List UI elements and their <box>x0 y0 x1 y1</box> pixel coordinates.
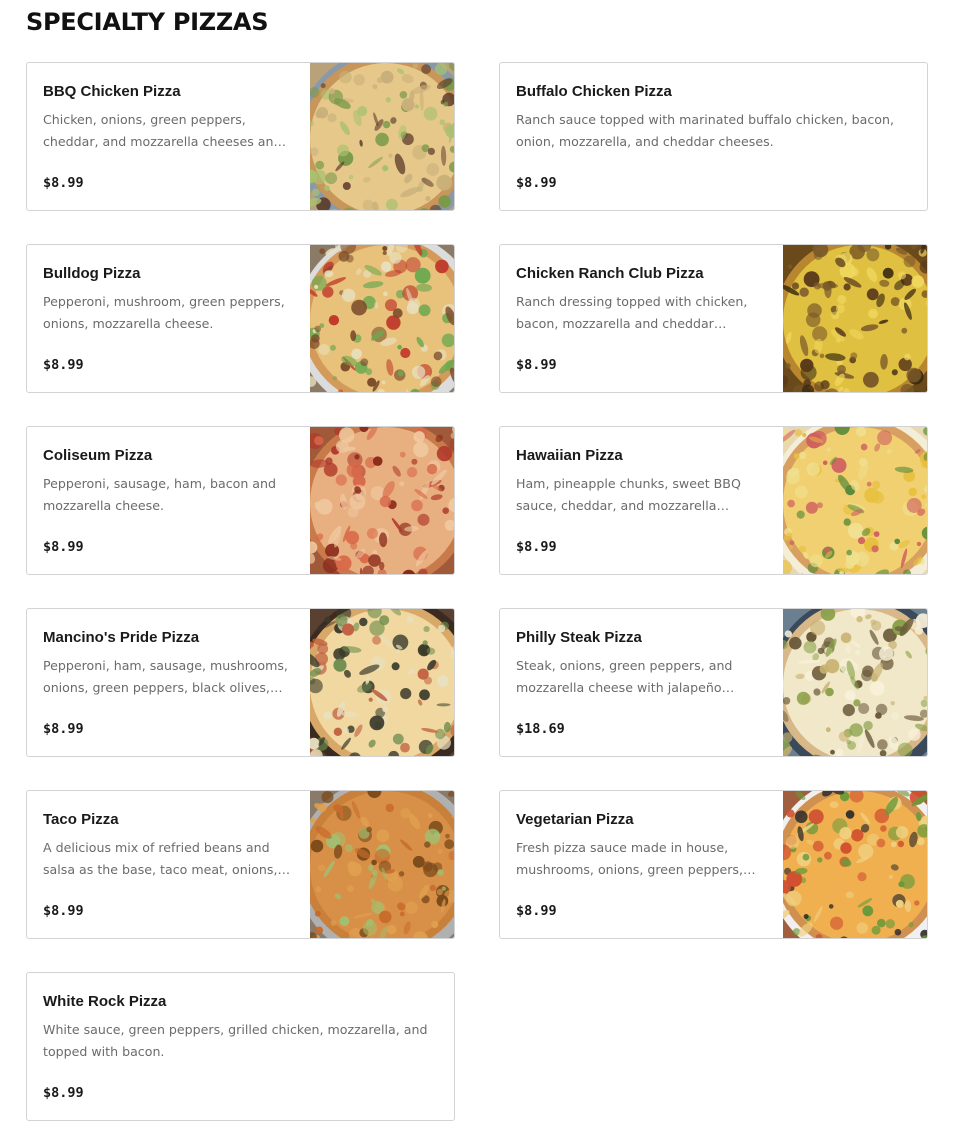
menu-item-description: Ranch dressing topped with chicken, baco… <box>516 294 748 331</box>
menu-item-description: Pepperoni, ham, sausage, mushrooms, onio… <box>43 658 288 695</box>
coliseum-pizza-photo <box>310 427 454 574</box>
menu-item-card[interactable]: Coliseum Pizza Pepperoni, sausage, ham, b… <box>26 426 455 575</box>
menu-item-price: $8.99 <box>43 539 84 555</box>
menu-item-description: White sauce, green peppers, grilled chic… <box>43 1022 428 1059</box>
menu-item-price: $8.99 <box>516 903 557 919</box>
menu-item-card[interactable]: Philly Steak Pizza Steak, onions, green p… <box>499 608 928 757</box>
menu-item-details: Hawaiian Pizza Ham, pineapple chunks, swe… <box>500 427 783 574</box>
menu-item-price: $8.99 <box>43 903 84 919</box>
menu-items-grid: BBQ Chicken Pizza Chicken, onions, green … <box>26 62 928 1121</box>
menu-item-description: A delicious mix of refried beans and sal… <box>43 840 278 877</box>
menu-item-details: Vegetarian Pizza Fresh pizza sauce made i… <box>500 791 783 938</box>
bulldog-pizza-photo <box>310 245 454 392</box>
menu-item-name: BBQ Chicken Pizza <box>43 83 181 100</box>
menu-item-name: Hawaiian Pizza <box>516 447 623 464</box>
menu-item-card[interactable]: Taco Pizza A delicious mix of refried bea… <box>26 790 455 939</box>
hawaiian-pizza-photo <box>783 427 927 574</box>
bbq-chicken-pizza-photo <box>310 63 454 210</box>
menu-item-details: Philly Steak Pizza Steak, onions, green p… <box>500 609 783 756</box>
menu-item-description: Ranch sauce topped with marinated buffal… <box>516 112 894 149</box>
menu-item-price: $8.99 <box>43 357 84 373</box>
menu-item-price: $8.99 <box>43 1085 84 1101</box>
menu-item-name: Buffalo Chicken Pizza <box>516 83 672 100</box>
menu-item-description: Pepperoni, mushroom, green peppers, onio… <box>43 294 285 331</box>
menu-item-details: Coliseum Pizza Pepperoni, sausage, ham, b… <box>27 427 310 574</box>
menu-item-image <box>310 245 454 392</box>
menu-item-description: Pepperoni, sausage, ham, bacon and mozza… <box>43 476 277 513</box>
menu-item-image <box>310 427 454 574</box>
menu-item-price: $18.69 <box>516 721 565 737</box>
mancinos-pride-pizza-photo <box>310 609 454 756</box>
menu-item-card[interactable]: BBQ Chicken Pizza Chicken, onions, green … <box>26 62 455 211</box>
menu-item-card[interactable]: White Rock Pizza White sauce, green peppe… <box>26 972 455 1121</box>
menu-item-details: White Rock Pizza White sauce, green peppe… <box>27 973 454 1120</box>
menu-item-image <box>783 609 927 756</box>
menu-item-image <box>310 63 454 210</box>
menu-item-card[interactable]: Hawaiian Pizza Ham, pineapple chunks, swe… <box>499 426 928 575</box>
menu-item-name: Bulldog Pizza <box>43 265 141 282</box>
menu-item-image <box>310 791 454 938</box>
section-title: SPECIALTY PIZZAS <box>26 8 269 36</box>
menu-item-price: $8.99 <box>43 175 84 191</box>
menu-item-price: $8.99 <box>516 357 557 373</box>
menu-item-card[interactable]: Chicken Ranch Club Pizza Ranch dressing t… <box>499 244 928 393</box>
menu-item-price: $8.99 <box>43 721 84 737</box>
menu-item-name: Coliseum Pizza <box>43 447 153 464</box>
menu-item-details: Mancino's Pride Pizza Pepperoni, ham, sau… <box>27 609 310 756</box>
menu-item-details: BBQ Chicken Pizza Chicken, onions, green … <box>27 63 310 210</box>
menu-item-card[interactable]: Vegetarian Pizza Fresh pizza sauce made i… <box>499 790 928 939</box>
menu-item-details: Bulldog Pizza Pepperoni, mushroom, green … <box>27 245 310 392</box>
menu-item-price: $8.99 <box>516 175 557 191</box>
taco-pizza-photo <box>310 791 454 938</box>
menu-item-image <box>783 245 927 392</box>
menu-item-description: Chicken, onions, green peppers, cheddar,… <box>43 112 282 149</box>
menu-item-name: Vegetarian Pizza <box>516 811 634 828</box>
menu-item-price: $8.99 <box>516 539 557 555</box>
menu-item-image <box>783 791 927 938</box>
menu-item-details: Buffalo Chicken Pizza Ranch sauce topped … <box>500 63 927 210</box>
menu-item-name: Taco Pizza <box>43 811 119 828</box>
menu-item-description: Fresh pizza sauce made in house, mushroo… <box>516 840 743 877</box>
menu-item-name: Philly Steak Pizza <box>516 629 642 646</box>
menu-item-name: Chicken Ranch Club Pizza <box>516 265 704 282</box>
menu-item-name: Mancino's Pride Pizza <box>43 629 200 646</box>
menu-item-image <box>783 427 927 574</box>
menu-item-image <box>310 609 454 756</box>
menu-item-details: Taco Pizza A delicious mix of refried bea… <box>27 791 310 938</box>
menu-item-details: Chicken Ranch Club Pizza Ranch dressing t… <box>500 245 783 392</box>
menu-item-card[interactable]: Bulldog Pizza Pepperoni, mushroom, green … <box>26 244 455 393</box>
menu-item-description: Ham, pineapple chunks, sweet BBQ sauce, … <box>516 476 741 513</box>
menu-item-description: Steak, onions, green peppers, and mozzar… <box>516 658 733 695</box>
philly-steak-pizza-photo <box>783 609 927 756</box>
menu-item-card[interactable]: Mancino's Pride Pizza Pepperoni, ham, sau… <box>26 608 455 757</box>
chicken-ranch-club-pizza-photo <box>783 245 927 392</box>
menu-item-card[interactable]: Buffalo Chicken Pizza Ranch sauce topped … <box>499 62 928 211</box>
vegetarian-pizza-photo <box>783 791 927 938</box>
menu-item-name: White Rock Pizza <box>43 993 167 1010</box>
